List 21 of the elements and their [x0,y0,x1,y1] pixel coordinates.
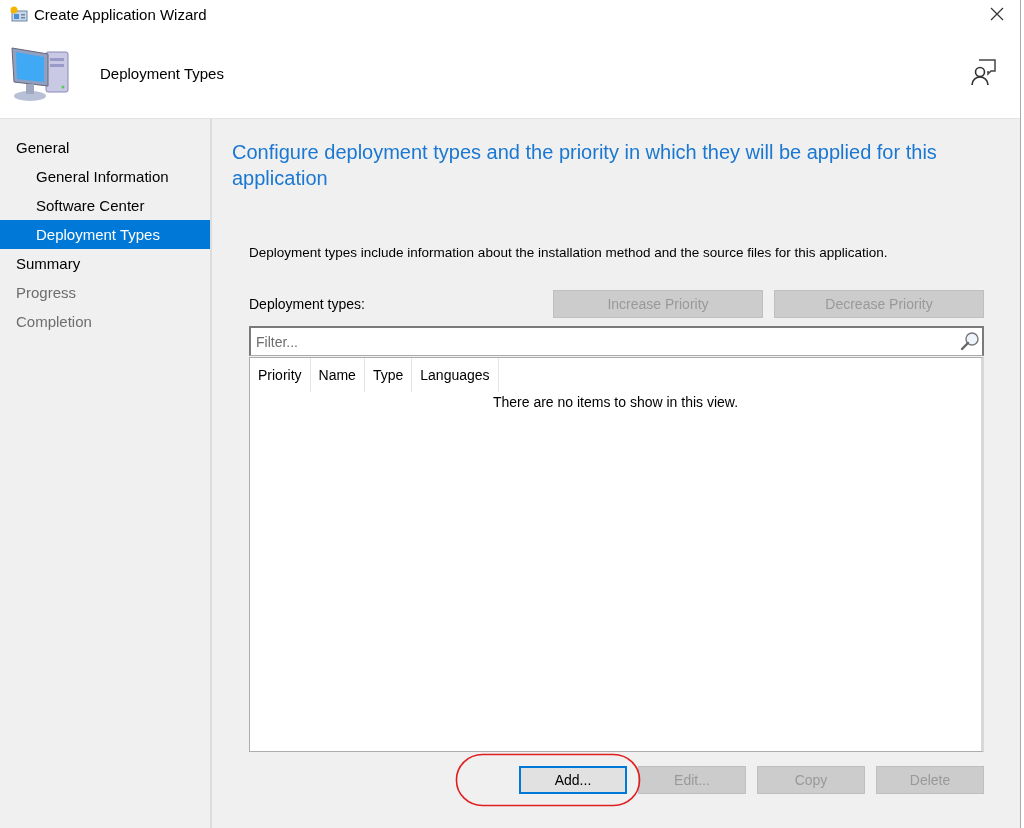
description-text: Deployment types include information about the installation method and the source files for this application. [249,245,889,260]
close-icon [990,7,1004,21]
filter-field[interactable]: Filter... [249,326,984,356]
column-header[interactable]: Languages [412,358,499,392]
empty-message: There are no items to show in this view. [491,394,740,410]
sidebar-item[interactable]: Summary [0,249,210,278]
list-label: Deployment types: [249,296,366,312]
sidebar-item[interactable]: General [0,133,210,162]
column-header[interactable]: Type [364,358,413,392]
user-chat-icon [970,57,998,86]
column-header[interactable]: Priority [250,358,311,392]
wizard-icon [10,6,28,22]
search-icon [960,331,980,351]
page-heading: Configure deployment types and the priority in which they will be applied for this application [232,140,938,191]
page-title: Deployment Types [100,64,225,82]
sidebar-item[interactable]: Deployment Types [0,220,210,249]
window-title: Create Application Wizard [34,5,208,23]
sidebar-item[interactable]: General Information [0,162,210,191]
sidebar-item[interactable]: Software Center [0,191,210,220]
column-header[interactable]: Name [310,358,365,392]
action-button[interactable]: Add... [519,766,627,794]
